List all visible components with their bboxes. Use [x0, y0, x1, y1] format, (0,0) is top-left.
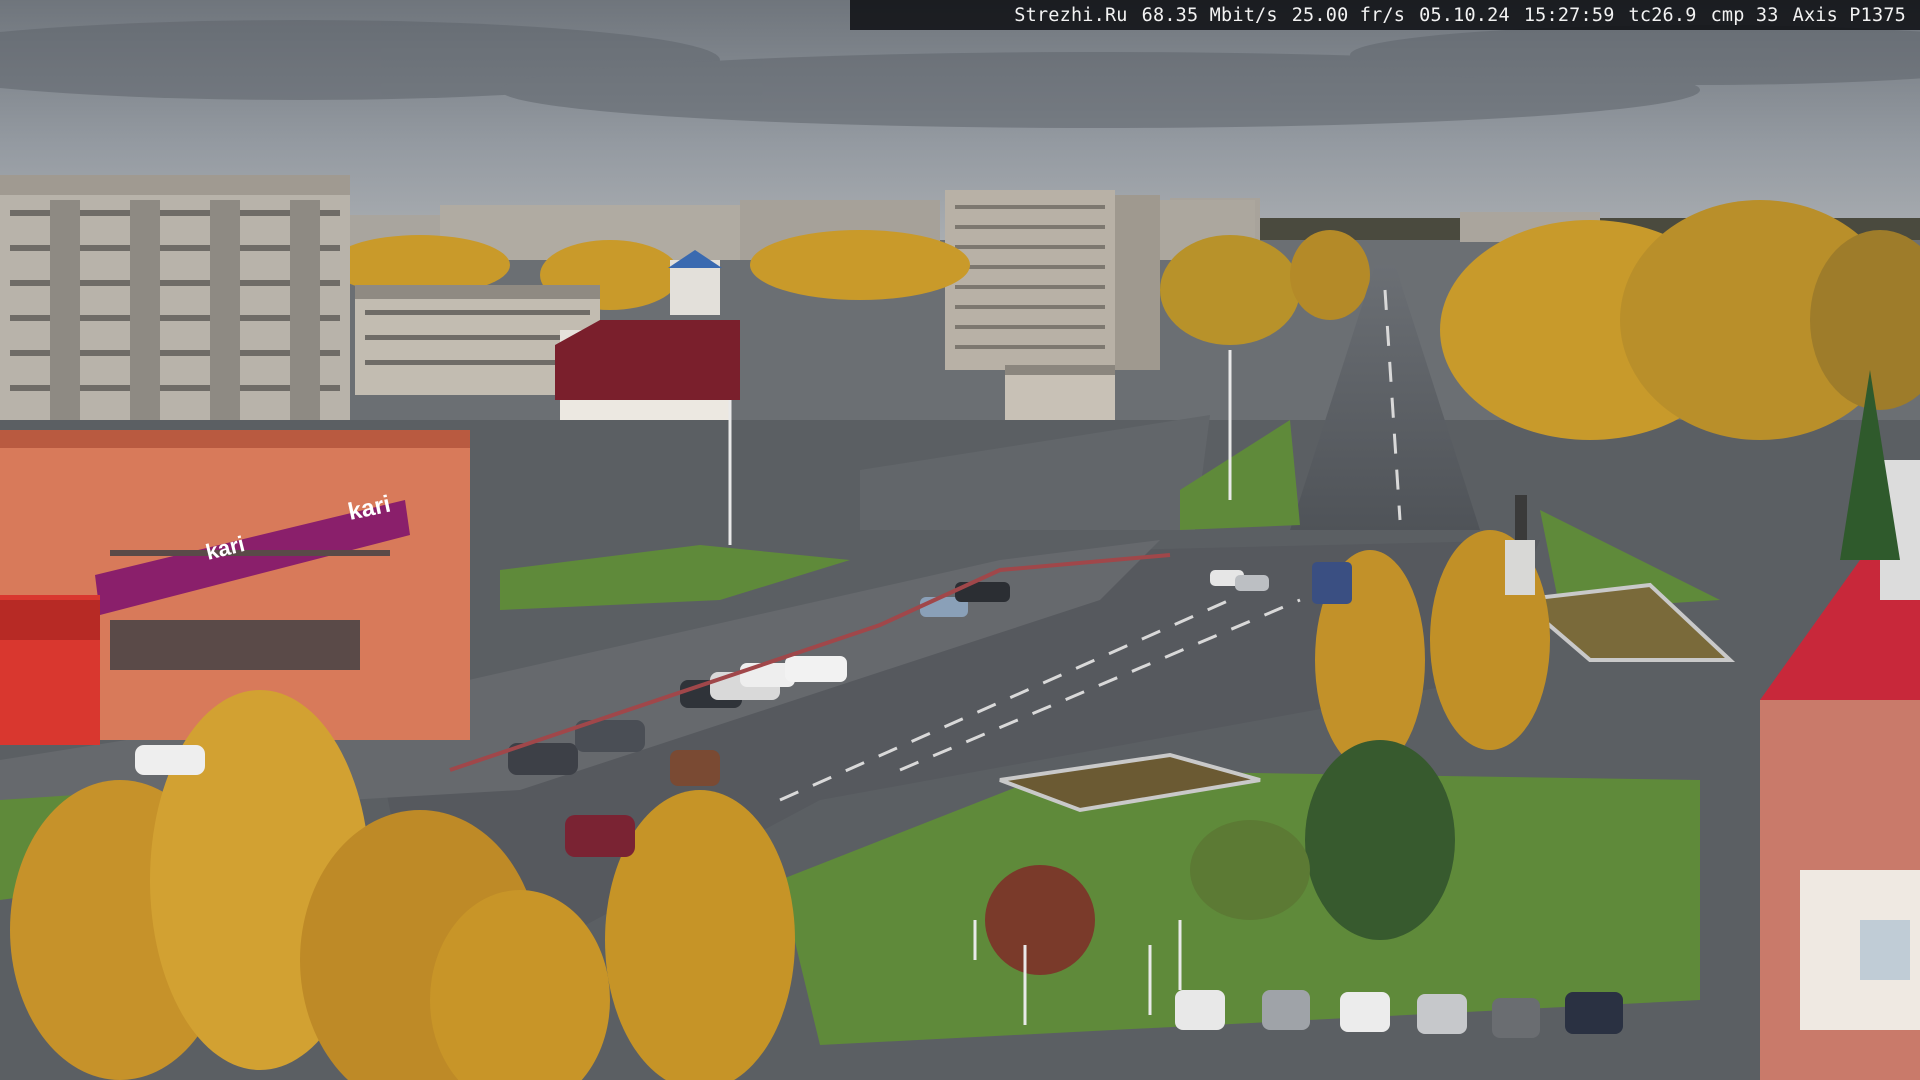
osd-site: Strezhi.Ru [1014, 4, 1128, 26]
osd-time: 15:27:59 [1523, 4, 1615, 26]
camera-osd-overlay: Strezhi.Ru 68.35 Mbit/s 25.00 fr/s 05.10… [850, 0, 1920, 30]
osd-date: 05.10.24 [1419, 4, 1510, 26]
osd-bitrate: 68.35 Mbit/s [1141, 4, 1278, 26]
osd-temperature: tc26.9 [1628, 4, 1697, 26]
camera-viewport: kari kari Strezhi.Ru 68.35 Mbit/s 25.00 … [0, 0, 1920, 1080]
osd-framerate: 25.00 fr/s [1291, 4, 1406, 26]
webcam-scene: kari kari [0, 0, 1920, 1080]
osd-compression: cmp 33 [1710, 4, 1779, 26]
osd-camera-model: Axis P1375 [1792, 4, 1906, 26]
low-building [1005, 370, 1115, 420]
